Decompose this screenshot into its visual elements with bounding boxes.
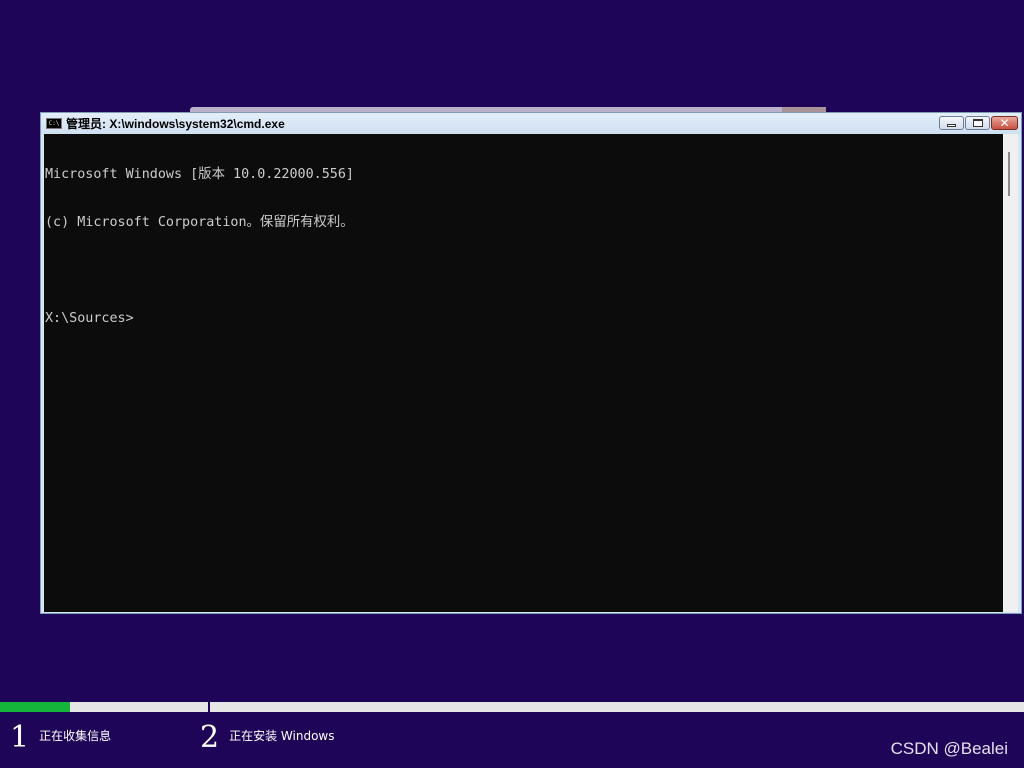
- console-prompt[interactable]: X:\Sources>: [45, 311, 1004, 327]
- vertical-scrollbar[interactable]: [1003, 134, 1018, 612]
- step-label: 正在收集信息: [39, 728, 112, 743]
- cmd-icon-text: C:\: [48, 120, 60, 127]
- minimize-icon: [947, 124, 956, 127]
- window-controls: ✕: [939, 116, 1018, 130]
- watermark-text: CSDN @Bealei: [890, 739, 1008, 758]
- step-number: 1: [10, 720, 30, 755]
- scrollbar-thumb[interactable]: [1008, 152, 1010, 196]
- console-line: Microsoft Windows [版本 10.0.22000.556]: [45, 167, 354, 182]
- setup-screen: C:\ 管理员: X:\windows\system32\cmd.exe ✕ M…: [0, 0, 1024, 768]
- setup-step-install-windows: 2 正在安装 Windows: [200, 722, 334, 754]
- maximize-icon: [972, 119, 983, 127]
- console-output[interactable]: Microsoft Windows [版本 10.0.22000.556] (c…: [44, 134, 1004, 612]
- cmd-window[interactable]: C:\ 管理员: X:\windows\system32\cmd.exe ✕ M…: [40, 112, 1022, 614]
- setup-progress-fill: [0, 702, 70, 712]
- step-label: 正在安装 Windows: [229, 728, 335, 743]
- setup-progress-bar: [0, 702, 1024, 712]
- title-bar[interactable]: C:\ 管理员: X:\windows\system32\cmd.exe ✕: [41, 113, 1021, 134]
- setup-step-collect-info: 1 正在收集信息: [10, 722, 111, 754]
- close-button[interactable]: ✕: [991, 116, 1018, 130]
- cmd-icon[interactable]: C:\: [46, 118, 62, 129]
- close-icon: ✕: [999, 116, 1010, 130]
- maximize-button[interactable]: [965, 116, 990, 130]
- window-title: 管理员: X:\windows\system32\cmd.exe: [66, 117, 285, 131]
- console-line: (c) Microsoft Corporation。保留所有权利。: [45, 215, 354, 230]
- step-number: 2: [200, 720, 220, 755]
- minimize-button[interactable]: [939, 116, 964, 130]
- progress-step-divider: [208, 700, 210, 714]
